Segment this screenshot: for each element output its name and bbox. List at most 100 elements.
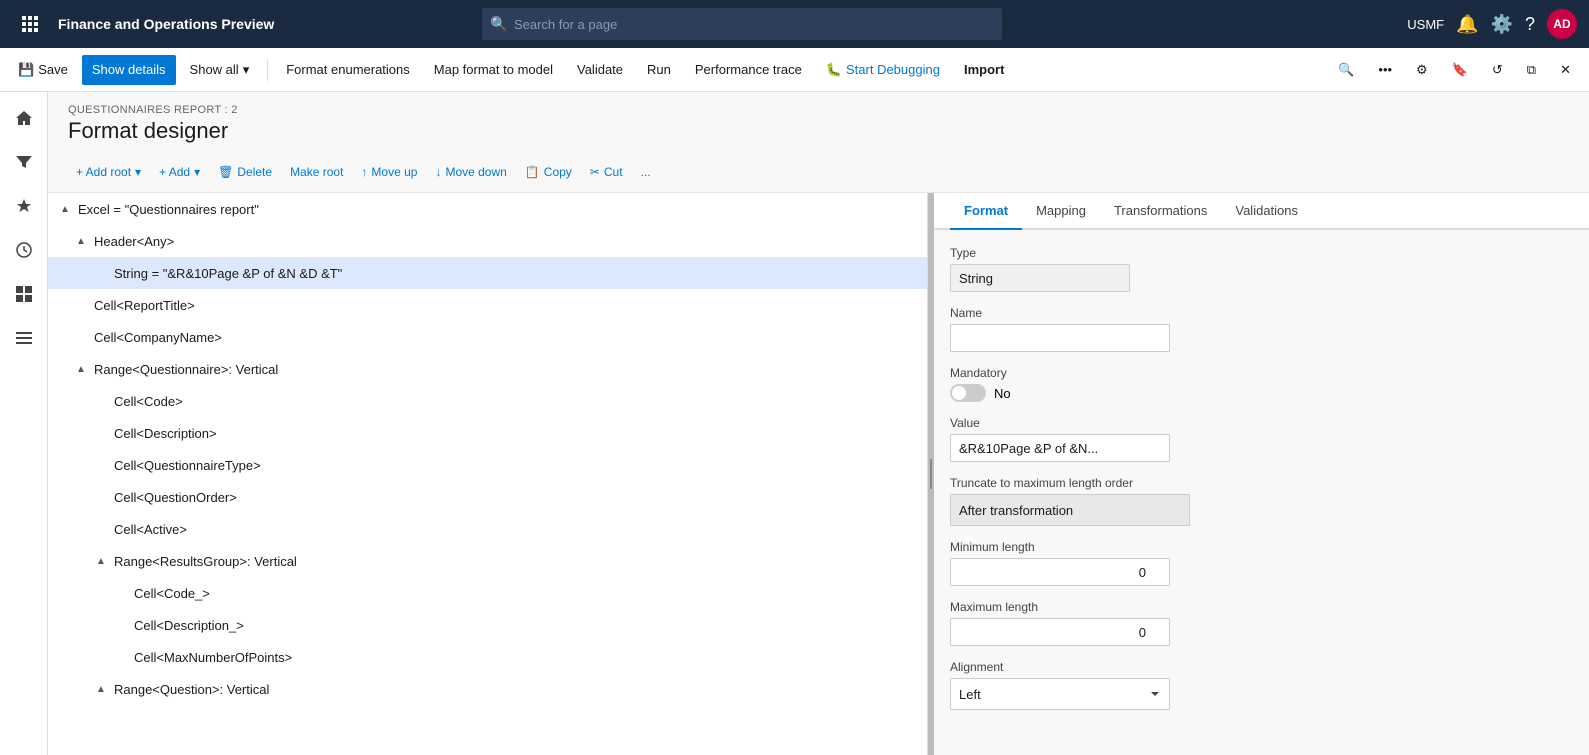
- delete-button[interactable]: 🗑 Delete: [210, 158, 280, 186]
- tab-validations[interactable]: Validations: [1221, 193, 1312, 230]
- tree-item-label: Cell<MaxNumberOfPoints>: [134, 650, 292, 665]
- field-value: Value: [950, 416, 1573, 462]
- star-icon[interactable]: [6, 188, 42, 224]
- name-input[interactable]: [950, 324, 1170, 352]
- debug-icon: 🐛: [826, 62, 842, 78]
- tree-item-excel[interactable]: ▲ Excel = "Questionnaires report": [48, 193, 927, 225]
- tree-item-string[interactable]: String = "&R&10Page &P of &N &D &T": [48, 257, 927, 289]
- name-label: Name: [950, 306, 1573, 320]
- bookmark-cmd-button[interactable]: 🔖: [1442, 55, 1478, 85]
- format-enumerations-button[interactable]: Format enumerations: [276, 55, 420, 85]
- tree-item-label: Cell<Active>: [114, 522, 187, 537]
- field-truncate: Truncate to maximum length order After t…: [950, 476, 1573, 526]
- make-root-button[interactable]: Make root: [282, 158, 351, 186]
- tree-item-label: String = "&R&10Page &P of &N &D &T": [114, 266, 342, 281]
- min-length-input[interactable]: [950, 558, 1170, 586]
- tree-item-label: Cell<QuestionOrder>: [114, 490, 237, 505]
- resize-handle[interactable]: [928, 193, 934, 755]
- tab-mapping[interactable]: Mapping: [1022, 193, 1100, 230]
- toggle-excel: ▲: [60, 204, 74, 215]
- tab-format[interactable]: Format: [950, 193, 1022, 230]
- tree-item-cell-question-order[interactable]: Cell<QuestionOrder>: [48, 481, 927, 513]
- tree-item-cell-report-title[interactable]: Cell<ReportTitle>: [48, 289, 927, 321]
- search-input[interactable]: [482, 8, 1002, 40]
- filter-icon[interactable]: [6, 144, 42, 180]
- cut-icon: ✂: [590, 165, 600, 179]
- more-toolbar-button[interactable]: ...: [633, 158, 659, 186]
- props-body: Type Name Mandatory No: [934, 230, 1589, 740]
- property-tabs: Format Mapping Transformations Validatio…: [934, 193, 1589, 230]
- max-length-input[interactable]: [950, 618, 1170, 646]
- value-label: Value: [950, 416, 1573, 430]
- value-input[interactable]: [950, 434, 1170, 462]
- alignment-select[interactable]: Left Center Right: [950, 678, 1170, 710]
- tree-item-header[interactable]: ▲ Header<Any>: [48, 225, 927, 257]
- mandatory-toggle[interactable]: [950, 384, 986, 402]
- tree-item-cell-code[interactable]: Cell<Code>: [48, 385, 927, 417]
- validate-button[interactable]: Validate: [567, 55, 633, 85]
- type-input[interactable]: [950, 264, 1130, 292]
- move-up-button[interactable]: ↑ Move up: [353, 158, 425, 186]
- field-name: Name: [950, 306, 1573, 352]
- refresh-cmd-button[interactable]: ↺: [1482, 55, 1513, 85]
- main-layout: QUESTIONNAIRES REPORT : 2 Format designe…: [0, 92, 1589, 755]
- start-debugging-button[interactable]: 🐛 Start Debugging: [816, 55, 950, 85]
- tree-item-cell-description[interactable]: Cell<Description>: [48, 417, 927, 449]
- settings-cmd-button[interactable]: ⚙: [1406, 55, 1438, 85]
- user-label: USMF: [1407, 17, 1444, 32]
- tree-item-range-results-group[interactable]: ▲ Range<ResultsGroup>: Vertical: [48, 545, 927, 577]
- props-panel: Format Mapping Transformations Validatio…: [934, 193, 1589, 755]
- tree-item-label: Cell<CompanyName>: [94, 330, 222, 345]
- tree-item-cell-max-points[interactable]: Cell<MaxNumberOfPoints>: [48, 641, 927, 673]
- min-length-label: Minimum length: [950, 540, 1573, 554]
- list-icon[interactable]: [6, 320, 42, 356]
- field-max-length: Maximum length: [950, 600, 1573, 646]
- top-nav: Finance and Operations Preview 🔍 USMF 🔔 …: [0, 0, 1589, 48]
- search-cmd-button[interactable]: 🔍: [1328, 55, 1364, 85]
- tree-item-cell-code-under[interactable]: Cell<Code_>: [48, 577, 927, 609]
- grid-icon[interactable]: [6, 276, 42, 312]
- tree-item-cell-active[interactable]: Cell<Active>: [48, 513, 927, 545]
- more-cmd-button[interactable]: •••: [1368, 55, 1402, 85]
- tree-item-label: Cell<QuestionnaireType>: [114, 458, 261, 473]
- tab-transformations[interactable]: Transformations: [1100, 193, 1221, 230]
- map-format-button[interactable]: Map format to model: [424, 55, 563, 85]
- copy-button[interactable]: 📋 Copy: [517, 158, 580, 186]
- field-alignment: Alignment Left Center Right: [950, 660, 1573, 710]
- tree-item-label: Range<Questionnaire>: Vertical: [94, 362, 278, 377]
- page-header: QUESTIONNAIRES REPORT : 2 Format designe…: [48, 92, 1589, 152]
- import-button[interactable]: Import: [954, 55, 1014, 85]
- side-icons: [0, 92, 48, 755]
- tree-item-label: Cell<Description_>: [134, 618, 244, 633]
- run-button[interactable]: Run: [637, 55, 681, 85]
- close-button[interactable]: ✕: [1550, 55, 1581, 85]
- move-down-button[interactable]: ↓ Move down: [427, 158, 514, 186]
- open-new-window-button[interactable]: ⧉: [1517, 55, 1546, 85]
- tree-item-cell-description-under[interactable]: Cell<Description_>: [48, 609, 927, 641]
- settings-icon[interactable]: ⚙️: [1491, 14, 1513, 35]
- cut-button[interactable]: ✂ Cut: [582, 158, 631, 186]
- cmd-right: 🔍 ••• ⚙ 🔖 ↺ ⧉ ✕: [1328, 55, 1581, 85]
- add-button[interactable]: + Add ▾: [151, 158, 208, 186]
- show-details-button[interactable]: Show details: [82, 55, 176, 85]
- truncate-label: Truncate to maximum length order: [950, 476, 1573, 490]
- grid-menu-icon[interactable]: [12, 6, 48, 42]
- performance-trace-button[interactable]: Performance trace: [685, 55, 812, 85]
- clock-icon[interactable]: [6, 232, 42, 268]
- show-all-button[interactable]: Show all ▾: [180, 55, 260, 85]
- alignment-label: Alignment: [950, 660, 1573, 674]
- truncate-select[interactable]: After transformation: [950, 494, 1190, 526]
- cmd-divider-1: [267, 59, 268, 81]
- tree-item-cell-company-name[interactable]: Cell<CompanyName>: [48, 321, 927, 353]
- save-button[interactable]: 💾 Save: [8, 55, 78, 85]
- add-root-button[interactable]: + Add root ▾: [68, 158, 149, 186]
- mandatory-value: No: [994, 386, 1011, 401]
- home-icon[interactable]: [6, 100, 42, 136]
- avatar: AD: [1547, 9, 1577, 39]
- tree-item-range-question[interactable]: ▲ Range<Question>: Vertical: [48, 673, 927, 705]
- tree-item-range-questionnaire[interactable]: ▲ Range<Questionnaire>: Vertical: [48, 353, 927, 385]
- field-min-length: Minimum length: [950, 540, 1573, 586]
- tree-item-cell-questionnaire-type[interactable]: Cell<QuestionnaireType>: [48, 449, 927, 481]
- help-icon[interactable]: ?: [1525, 14, 1535, 35]
- notification-icon[interactable]: 🔔: [1456, 14, 1478, 35]
